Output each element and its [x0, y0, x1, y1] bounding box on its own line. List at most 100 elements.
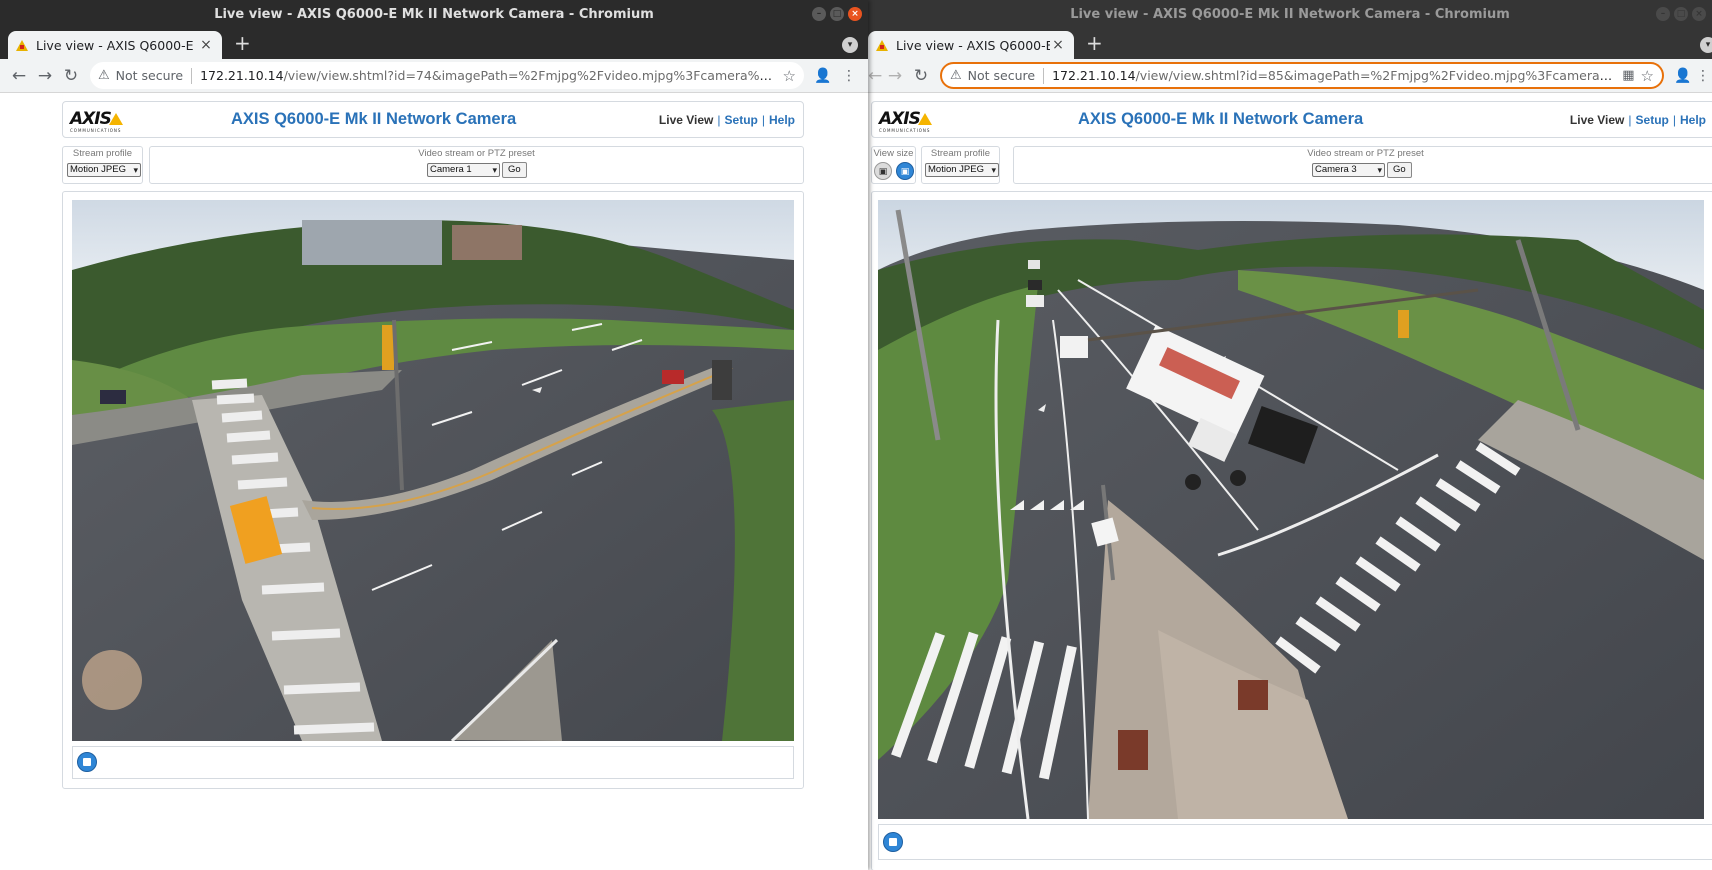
tab-close-icon[interactable]: × — [1050, 37, 1066, 53]
video-controls-bar — [878, 824, 1712, 860]
axis-logo-subtitle: COMMUNICATIONS — [879, 128, 931, 133]
axis-logo: AXIS — [879, 109, 921, 129]
stream-profile-box: Stream profile Motion JPEG — [62, 146, 143, 184]
camera-1-scene — [72, 200, 794, 741]
nav-separator: | — [717, 113, 721, 127]
video-stream-caption: Video stream or PTZ preset — [1307, 148, 1424, 159]
tab-search-icon[interactable]: ▾ — [842, 37, 858, 53]
new-tab-button[interactable]: + — [1086, 33, 1103, 53]
stream-profile-caption: Stream profile — [930, 148, 991, 159]
window-title: Live view - AXIS Q6000-E Mk II Network C… — [1070, 6, 1510, 22]
camera-3-scene — [878, 200, 1704, 819]
axis-favicon-icon — [16, 39, 28, 51]
nav-separator: | — [761, 113, 765, 127]
tab-search-icon[interactable]: ▾ — [1700, 37, 1712, 53]
address-bar[interactable]: ⚠ Not secure 172.21.10.14/view/view.shtm… — [90, 62, 804, 89]
address-bar[interactable]: ⚠ Not secure 172.21.10.14/view/view.shtm… — [940, 62, 1664, 89]
window-titlebar[interactable]: Live view - AXIS Q6000-E Mk II Network C… — [0, 0, 868, 28]
nav-setup[interactable]: Setup — [1636, 113, 1669, 127]
profile-icon[interactable]: 👤 — [810, 63, 836, 89]
stream-profile-select[interactable]: Motion JPEG — [925, 163, 999, 177]
nav-help[interactable]: Help — [769, 113, 795, 127]
stop-icon[interactable] — [77, 752, 97, 772]
video-stream-select[interactable]: Camera 3 — [1312, 163, 1385, 177]
reload-button[interactable]: ↻ — [58, 63, 84, 89]
maximize-icon[interactable]: □ — [1674, 7, 1688, 21]
url-path: /view/view.shtml?id=85&imagePath=%2Fmjpg… — [1135, 68, 1617, 83]
top-nav: Live View | Setup | Help — [1570, 113, 1706, 127]
tab-live-view[interactable]: Live view - AXIS Q6000-E Mk II Network C… — [868, 31, 1074, 59]
go-button[interactable]: Go — [1387, 162, 1412, 178]
tab-close-icon[interactable]: × — [198, 37, 214, 53]
product-title: AXIS Q6000-E Mk II Network Camera — [1078, 110, 1364, 128]
stop-icon[interactable] — [883, 832, 903, 852]
tab-strip: Live view - AXIS Q6000-E Mk II Network C… — [868, 28, 1712, 59]
axis-logo: AXIS — [70, 109, 112, 129]
view-size-box: View size ▣ ▣ — [871, 146, 916, 184]
bookmark-star-icon[interactable]: ☆ — [1641, 67, 1654, 85]
nav-separator: | — [1628, 113, 1632, 127]
product-title: AXIS Q6000-E Mk II Network Camera — [231, 110, 517, 128]
camera-header: AXIS COMMUNICATIONS AXIS Q6000-E Mk II N… — [62, 101, 804, 138]
nav-live-view[interactable]: Live View — [1570, 113, 1624, 127]
nav-setup[interactable]: Setup — [725, 113, 758, 127]
window-controls: – □ × — [812, 7, 862, 21]
back-button[interactable]: ← — [6, 63, 32, 89]
close-window-icon[interactable]: × — [848, 7, 862, 21]
tab-live-view[interactable]: Live view - AXIS Q6000-E Mk II Network C… — [8, 31, 222, 59]
video-stream-select[interactable]: Camera 1 — [427, 163, 500, 177]
bookmark-star-icon[interactable]: ☆ — [783, 67, 796, 85]
not-secure-label[interactable]: Not secure — [968, 68, 1035, 83]
camera-page: AXIS COMMUNICATIONS AXIS Q6000-E Mk II N… — [868, 93, 1712, 870]
video-stream-box: Video stream or PTZ preset Camera 3 Go — [1013, 146, 1712, 184]
browser-menu-icon[interactable]: ⋮ — [836, 63, 862, 89]
url-host: 172.21.10.14 — [1052, 68, 1136, 83]
not-secure-label[interactable]: Not secure — [116, 68, 183, 83]
forward-button[interactable]: → — [32, 63, 58, 89]
minimize-icon[interactable]: – — [1656, 7, 1670, 21]
window-titlebar[interactable]: Live view - AXIS Q6000-E Mk II Network C… — [868, 0, 1712, 28]
video-stream-caption: Video stream or PTZ preset — [418, 148, 535, 159]
url-text[interactable]: 172.21.10.14/view/view.shtml?id=85&image… — [1052, 68, 1616, 83]
browser-toolbar: ← → ↻ ⚠ Not secure 172.21.10.14/view/vie… — [868, 59, 1712, 93]
qr-code-icon[interactable]: ▦ — [1622, 68, 1634, 83]
normal-size-icon[interactable]: ▣ — [874, 162, 892, 180]
nav-help[interactable]: Help — [1680, 113, 1706, 127]
axis-logo-triangle-icon — [109, 113, 123, 125]
profile-icon[interactable]: 👤 — [1670, 63, 1696, 89]
axis-logo-triangle-icon — [918, 113, 932, 125]
stream-profile-select[interactable]: Motion JPEG — [67, 163, 141, 177]
maximize-icon[interactable]: □ — [830, 7, 844, 21]
window-title: Live view - AXIS Q6000-E Mk II Network C… — [214, 6, 654, 22]
full-size-icon[interactable]: ▣ — [896, 162, 914, 180]
reload-button[interactable]: ↻ — [908, 63, 934, 89]
stream-profile-caption: Stream profile — [72, 148, 133, 159]
video-frame — [62, 191, 804, 789]
video-frame — [871, 191, 1712, 870]
close-window-icon[interactable]: × — [1692, 7, 1706, 21]
live-video-camera-3[interactable] — [878, 200, 1704, 819]
browser-menu-icon[interactable]: ⋮ — [1696, 63, 1710, 89]
axis-favicon-icon — [876, 39, 888, 51]
minimize-icon[interactable]: – — [812, 7, 826, 21]
new-tab-button[interactable]: + — [234, 33, 251, 53]
warning-icon[interactable]: ⚠ — [98, 68, 110, 83]
nav-live-view[interactable]: Live View — [659, 113, 713, 127]
tab-strip: Live view - AXIS Q6000-E Mk II Network C… — [0, 28, 868, 59]
view-size-caption: View size — [873, 148, 914, 159]
stream-profile-box: Stream profile Motion JPEG — [921, 146, 1000, 184]
video-controls-bar — [72, 746, 794, 779]
url-text[interactable]: 172.21.10.14/view/view.shtml?id=74&image… — [200, 68, 776, 83]
live-video-camera-1[interactable] — [72, 200, 794, 741]
tab-title: Live view - AXIS Q6000-E Mk II Network C… — [36, 37, 198, 53]
camera-header: AXIS COMMUNICATIONS AXIS Q6000-E Mk II N… — [871, 101, 1712, 138]
axis-logo-subtitle: COMMUNICATIONS — [70, 128, 122, 133]
browser-window-left: Live view - AXIS Q6000-E Mk II Network C… — [0, 0, 868, 870]
warning-icon[interactable]: ⚠ — [950, 68, 962, 83]
forward-button[interactable]: → — [882, 63, 908, 89]
back-button[interactable]: ← — [868, 63, 882, 89]
url-host: 172.21.10.14 — [200, 68, 284, 83]
top-nav: Live View | Setup | Help — [659, 113, 795, 127]
omnibox-divider — [191, 67, 193, 84]
go-button[interactable]: Go — [502, 162, 527, 178]
